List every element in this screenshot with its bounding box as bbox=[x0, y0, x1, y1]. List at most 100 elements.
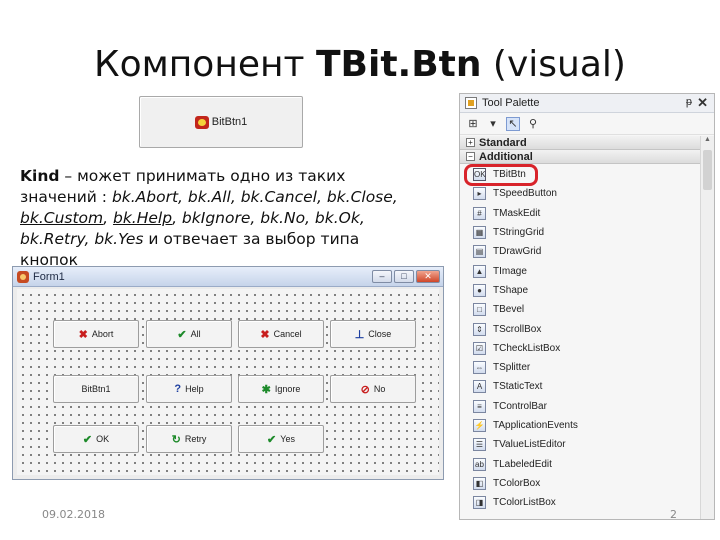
palette-item-timage[interactable]: ▲ TImage bbox=[460, 261, 700, 280]
minimize-button[interactable]: – bbox=[372, 270, 392, 283]
palette-item-label: TStaticText bbox=[493, 381, 543, 393]
kind-description: Kind – может принимать одно из таких зна… bbox=[20, 166, 420, 271]
no-icon: ⊘ bbox=[360, 383, 370, 396]
palette-item-tcontrolbar[interactable]: ≡ TControlBar bbox=[460, 397, 700, 416]
palette-item-tapplicationevents[interactable]: ⚡ TApplicationEvents bbox=[460, 416, 700, 435]
category-additional[interactable]: − Additional bbox=[460, 150, 700, 164]
palette-item-tstatictext[interactable]: A TStaticText bbox=[460, 377, 700, 396]
pin-icon[interactable]: ᵽ bbox=[686, 96, 692, 108]
labelededit-icon: ab bbox=[473, 457, 486, 471]
applicationevents-icon: ⚡ bbox=[473, 419, 486, 432]
bitbtn-label: OK bbox=[96, 434, 110, 444]
dropdown-arrow-icon[interactable]: ▾ bbox=[486, 117, 500, 131]
bitbtn-ignore[interactable]: ✱ Ignore bbox=[238, 375, 324, 403]
kind-value-help: bk.Help bbox=[112, 209, 173, 227]
demo-bitbtn[interactable]: BitBtn1 bbox=[139, 96, 303, 148]
form-title: Form1 bbox=[33, 270, 65, 283]
bitbtn-custom[interactable]: BitBtn1 bbox=[53, 375, 139, 403]
scrollbox-icon: ⇕ bbox=[473, 322, 486, 336]
close-button[interactable]: ✕ bbox=[416, 270, 440, 283]
cancel-icon: ✖ bbox=[260, 328, 270, 341]
colorlistbox-icon: ◨ bbox=[473, 496, 486, 510]
slide-page-number: 2 bbox=[670, 508, 677, 521]
palette-toolbar: ⊞ ▾ ↖ ⚲ bbox=[460, 113, 714, 135]
title-bold: TBit.Btn bbox=[315, 44, 482, 85]
controlbar-icon: ≡ bbox=[473, 399, 486, 413]
bitbtn-label: No bbox=[373, 384, 386, 394]
form-app-icon bbox=[17, 270, 29, 283]
palette-item-tcolorbox[interactable]: ◧ TColorBox bbox=[460, 474, 700, 493]
statictext-icon: A bbox=[473, 380, 486, 394]
speedbutton-icon: ▸ bbox=[473, 187, 486, 201]
palette-item-label: TBevel bbox=[493, 304, 525, 316]
scroll-up-icon[interactable]: ▲ bbox=[701, 136, 714, 148]
bitbtn-close[interactable]: ⊥ Close bbox=[330, 320, 416, 348]
bevel-icon: □ bbox=[473, 303, 486, 317]
bitbtn-label: Ignore bbox=[274, 384, 301, 394]
pointer-icon[interactable]: ↖ bbox=[506, 116, 520, 131]
bitbtn-cancel[interactable]: ✖ Cancel bbox=[238, 320, 324, 348]
bitbtn-abort[interactable]: ✖ Abort bbox=[53, 320, 139, 348]
palette-item-tdrawgrid[interactable]: ▤ TDrawGrid bbox=[460, 242, 700, 261]
maximize-button[interactable]: □ bbox=[394, 270, 414, 283]
palette-item-label: TStringGrid bbox=[493, 227, 545, 239]
categories-icon[interactable]: ⊞ bbox=[466, 117, 480, 131]
slide-date: 09.02.2018 bbox=[42, 508, 105, 521]
palette-item-label: TSplitter bbox=[493, 362, 531, 374]
palette-item-tcolorlistbox[interactable]: ◨ TColorListBox bbox=[460, 493, 700, 512]
kind-keyword: Kind bbox=[20, 167, 60, 185]
palette-item-label: TApplicationEvents bbox=[493, 420, 578, 431]
palette-scrollbar[interactable]: ▲ bbox=[700, 136, 714, 519]
image-icon: ▲ bbox=[473, 264, 486, 278]
bitbtn-help[interactable]: ? Help bbox=[146, 375, 232, 403]
bitbtn-retry[interactable]: ↻ Retry bbox=[146, 425, 232, 453]
palette-item-tvaluelisteditor[interactable]: ☰ TValueListEditor bbox=[460, 435, 700, 454]
palette-item-tshape[interactable]: ● TShape bbox=[460, 281, 700, 300]
check-icon: ✔ bbox=[82, 433, 93, 446]
palette-item-tbevel[interactable]: □ TBevel bbox=[460, 300, 700, 319]
palette-item-label: TControlBar bbox=[493, 400, 547, 412]
abort-icon: ✖ bbox=[78, 328, 88, 341]
help-icon: ? bbox=[174, 383, 182, 395]
slide-title: Компонент TBit.Btn (visual) bbox=[0, 44, 720, 85]
palette-item-tchecklistbox[interactable]: ☑ TCheckListBox bbox=[460, 339, 700, 358]
palette-item-label: TCheckListBox bbox=[493, 342, 561, 354]
drawgrid-icon: ▤ bbox=[473, 245, 486, 259]
palette-item-tscrollbox[interactable]: ⇕ TScrollBox bbox=[460, 319, 700, 338]
category-standard[interactable]: + Standard bbox=[460, 136, 700, 150]
palette-icon bbox=[465, 97, 477, 109]
scroll-thumb[interactable] bbox=[703, 150, 712, 190]
palette-item-tspeedbutton[interactable]: ▸ TSpeedButton bbox=[460, 184, 700, 203]
door-icon: ⊥ bbox=[354, 328, 365, 341]
palette-item-tlabelededit[interactable]: ab TLabeledEdit bbox=[460, 454, 700, 473]
palette-item-label: TMaskEdit bbox=[493, 207, 541, 219]
bitbtn-label: Abort bbox=[91, 329, 114, 339]
palette-titlebar: Tool Palette ᵽ ✕ bbox=[460, 94, 714, 113]
shape-icon: ● bbox=[473, 283, 486, 297]
bitbtn-label: Yes bbox=[280, 434, 295, 444]
colorbox-icon: ◧ bbox=[473, 476, 486, 490]
category-label: Additional bbox=[479, 150, 533, 163]
bitbtn-no[interactable]: ⊘ No bbox=[330, 375, 416, 403]
palette-item-label: TColorBox bbox=[493, 477, 541, 489]
palette-close-icon[interactable]: ✕ bbox=[697, 95, 708, 111]
tbitbtn-highlight-marker bbox=[464, 164, 538, 186]
bitbtn-label: Close bbox=[368, 329, 392, 339]
palette-item-label: TValueListEditor bbox=[493, 439, 566, 451]
retry-icon: ↻ bbox=[171, 433, 181, 446]
bitbtn-label: All bbox=[190, 329, 201, 339]
bitbtn-all[interactable]: ✔ All bbox=[146, 320, 232, 348]
palette-item-tstringgrid[interactable]: ▦ TStringGrid bbox=[460, 223, 700, 242]
collapse-icon: − bbox=[466, 152, 475, 161]
bitbtn-ok[interactable]: ✔ OK bbox=[53, 425, 139, 453]
form-titlebar[interactable]: Form1 – □ ✕ bbox=[13, 267, 443, 287]
bitbtn-yes[interactable]: ✔ Yes bbox=[238, 425, 324, 453]
kind-sep: , bbox=[103, 209, 113, 227]
palette-item-tsplitter[interactable]: ⇔ TSplitter bbox=[460, 358, 700, 377]
palette-item-tmaskedit[interactable]: # TMaskEdit bbox=[460, 204, 700, 223]
title-suffix: (visual) bbox=[481, 44, 626, 85]
bitbtn-label: BitBtn1 bbox=[81, 384, 111, 394]
form-design-grid: ✖ Abort ✔ All ✖ Cancel ⊥ Close BitBtn1 ? Help… bbox=[17, 289, 439, 475]
filter-icon[interactable]: ⚲ bbox=[526, 117, 540, 131]
palette-item-label: TShape bbox=[493, 284, 529, 296]
